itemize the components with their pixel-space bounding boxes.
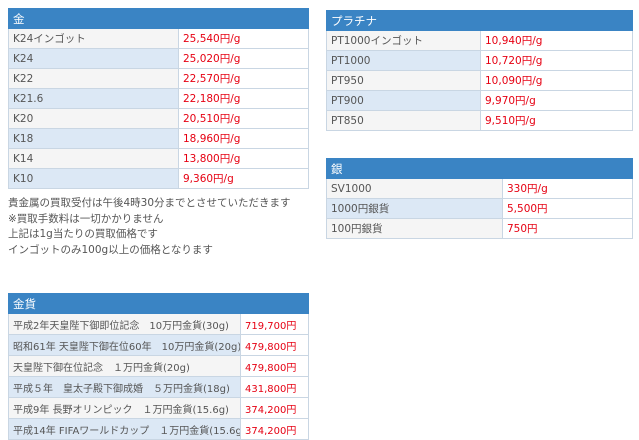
coin-name: 平成9年 長野オリンピック １万円金貨(15.6g)	[8, 397, 241, 419]
price-value: 25,020円/g	[178, 48, 309, 69]
silver-price-table: 銀 SV1000 330円/g 1000円銀貨 5,500円 100円銀貨 750円	[326, 158, 633, 239]
table-row: PT1000 10,720円/g	[326, 50, 633, 71]
gold-coin-table-header: 金貨	[8, 293, 309, 314]
price-value: 18,960円/g	[178, 128, 309, 149]
metal-name: K20	[8, 108, 179, 129]
note-line: 上記は1g当たりの買取価格です	[8, 228, 158, 240]
table-row: K22 22,570円/g	[8, 68, 309, 89]
coin-name: 平成14年 FIFAワールドカップ １万円金貨(15.6g)	[8, 418, 241, 440]
metal-name: K24	[8, 48, 179, 69]
metal-name: K10	[8, 168, 179, 189]
table-row: 平成2年天皇陛下御即位記念 10万円金貨(30g) 719,700円	[8, 313, 309, 335]
metal-name: 100円銀貨	[326, 218, 503, 239]
metal-name: PT850	[326, 110, 481, 131]
silver-table-header: 銀	[326, 158, 633, 179]
price-value: 22,570円/g	[178, 68, 309, 89]
price-value: 431,800円	[240, 376, 309, 398]
table-row: K24インゴット 25,540円/g	[8, 28, 309, 49]
platinum-price-table: プラチナ PT1000インゴット 10,940円/g PT1000 10,720円/…	[326, 10, 633, 131]
table-row: PT850 9,510円/g	[326, 110, 633, 131]
price-value: 330円/g	[502, 178, 633, 199]
table-row: 1000円銀貨 5,500円	[326, 198, 633, 219]
table-row: K10 9,360円/g	[8, 168, 309, 189]
metal-name: 1000円銀貨	[326, 198, 503, 219]
table-row: SV1000 330円/g	[326, 178, 633, 199]
price-value: 13,800円/g	[178, 148, 309, 169]
metal-name: K24インゴット	[8, 28, 179, 49]
purchase-notes: 貴金属の買取受付は午後4時30分までとさせていただきます ※買取手数料は一切かか…	[8, 196, 308, 258]
table-row: 100円銀貨 750円	[326, 218, 633, 239]
coin-name: 昭和61年 天皇陛下御在位60年 10万円金貨(20g)	[8, 334, 241, 356]
metal-name: SV1000	[326, 178, 503, 199]
price-value: 10,720円/g	[480, 50, 633, 71]
metal-name: K22	[8, 68, 179, 89]
table-row: PT1000インゴット 10,940円/g	[326, 30, 633, 51]
note-line: インゴットのみ100g以上の価格となります	[8, 243, 213, 256]
metal-name: PT1000	[326, 50, 481, 71]
metal-name: K14	[8, 148, 179, 169]
coin-name: 平成５年 皇太子殿下御成婚 ５万円金貨(18g)	[8, 376, 241, 398]
coin-name: 天皇陛下御在位記念 １万円金貨(20g)	[8, 355, 241, 377]
platinum-table-header: プラチナ	[326, 10, 633, 31]
price-value: 10,090円/g	[480, 70, 633, 91]
table-row: K14 13,800円/g	[8, 148, 309, 169]
table-row: K20 20,510円/g	[8, 108, 309, 129]
price-value: 20,510円/g	[178, 108, 309, 129]
table-row: PT900 9,970円/g	[326, 90, 633, 111]
metal-name: PT1000インゴット	[326, 30, 481, 51]
metal-name: PT950	[326, 70, 481, 91]
price-value: 374,200円	[240, 397, 309, 419]
metal-name: K21.6	[8, 88, 179, 109]
price-value: 10,940円/g	[480, 30, 633, 51]
table-row: K24 25,020円/g	[8, 48, 309, 69]
table-row: 天皇陛下御在位記念 １万円金貨(20g) 479,800円	[8, 355, 309, 377]
metal-name: PT900	[326, 90, 481, 111]
table-row: K18 18,960円/g	[8, 128, 309, 149]
note-line: 貴金属の買取受付は午後4時30分までとさせていただきます	[8, 197, 291, 209]
price-value: 5,500円	[502, 198, 633, 219]
table-row: K21.6 22,180円/g	[8, 88, 309, 109]
gold-table-header: 金	[8, 8, 309, 29]
table-row: 平成9年 長野オリンピック １万円金貨(15.6g) 374,200円	[8, 397, 309, 419]
gold-coin-price-table: 金貨 平成2年天皇陛下御即位記念 10万円金貨(30g) 719,700円 昭和6…	[8, 293, 309, 440]
price-value: 9,510円/g	[480, 110, 633, 131]
price-value: 22,180円/g	[178, 88, 309, 109]
gold-price-table: 金 K24インゴット 25,540円/g K24 25,020円/g K22 22,5…	[8, 8, 309, 189]
coin-name: 平成2年天皇陛下御即位記念 10万円金貨(30g)	[8, 313, 241, 335]
price-value: 719,700円	[240, 313, 309, 335]
table-row: 平成14年 FIFAワールドカップ １万円金貨(15.6g) 374,200円	[8, 418, 309, 440]
price-value: 9,360円/g	[178, 168, 309, 189]
note-line: ※買取手数料は一切かかりません	[8, 212, 164, 225]
table-row: 平成５年 皇太子殿下御成婚 ５万円金貨(18g) 431,800円	[8, 376, 309, 398]
price-value: 25,540円/g	[178, 28, 309, 49]
price-value: 9,970円/g	[480, 90, 633, 111]
price-value: 479,800円	[240, 355, 309, 377]
table-row: PT950 10,090円/g	[326, 70, 633, 91]
price-value: 750円	[502, 218, 633, 239]
price-value: 479,800円	[240, 334, 309, 356]
metal-name: K18	[8, 128, 179, 149]
price-value: 374,200円	[240, 418, 309, 440]
table-row: 昭和61年 天皇陛下御在位60年 10万円金貨(20g) 479,800円	[8, 334, 309, 356]
